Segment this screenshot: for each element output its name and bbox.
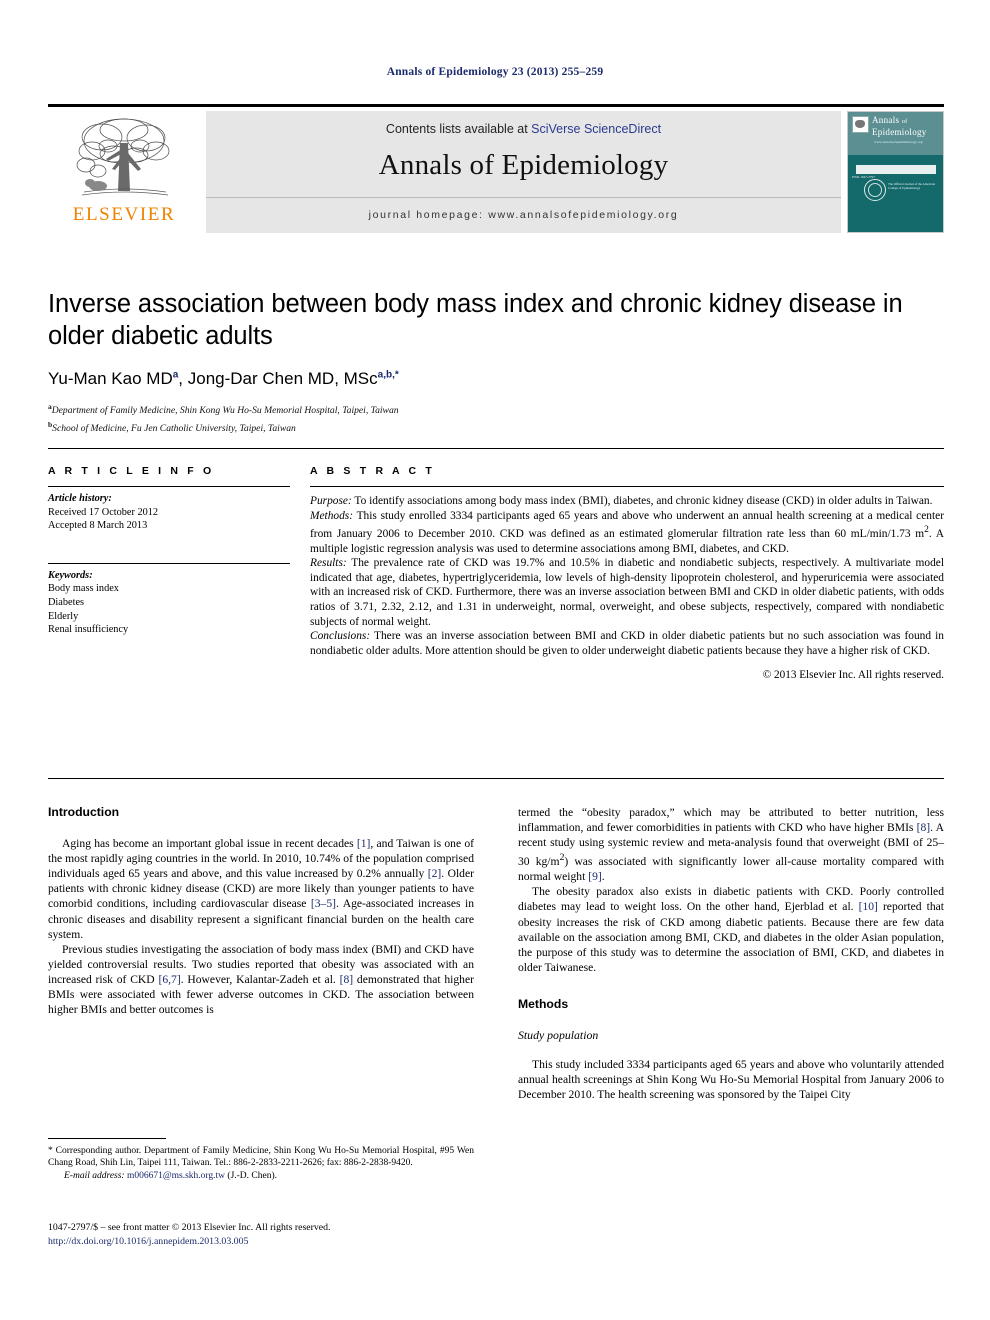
keywords-label: Keywords:: [48, 569, 93, 581]
abstract-copyright: © 2013 Elsevier Inc. All rights reserved…: [762, 669, 944, 682]
affiliation-a: aDepartment of Family Medicine, Shin Kon…: [48, 400, 944, 418]
right-paragraph-1: termed the “obesity paradox,” which may …: [518, 805, 944, 884]
introduction-heading: Introduction: [48, 805, 120, 819]
cover-elsevier-icon: [852, 116, 869, 133]
cover-title: Annals of Epidemiology: [872, 115, 927, 137]
abstract-conclusions: Conclusions: There was an inverse associ…: [310, 629, 944, 658]
right-p1-part-a: termed the “obesity paradox,” which may …: [518, 806, 944, 835]
journal-masthead: ELSEVIER Contents lists available at Sci…: [48, 104, 944, 233]
journal-title: Annals of Epidemiology: [378, 149, 669, 181]
abstract-conclusions-text: There was an inverse association between…: [310, 630, 944, 657]
cover-title-line3: Epidemiology: [872, 127, 927, 137]
citation-ref[interactable]: [2]: [428, 867, 442, 880]
abstract-purpose-text: To identify associations among body mass…: [351, 495, 933, 507]
page-title: Inverse association between body mass in…: [48, 290, 903, 350]
abstract-purpose: Purpose: To identify associations among …: [310, 494, 944, 509]
journal-cover-thumbnail[interactable]: Annals of Epidemiology www.annalsofepide…: [847, 111, 944, 233]
right-p1-part-c: .: [601, 870, 605, 884]
citation-ref[interactable]: [9]: [588, 870, 602, 883]
elsevier-logo: ELSEVIER: [48, 111, 200, 233]
cover-url: www.annalsofepidemiology.org: [874, 140, 923, 144]
abstract-column: A B S T R A C T Purpose: To identify ass…: [310, 449, 944, 683]
title-block: Inverse association between body mass in…: [48, 288, 944, 435]
abstract-results-label: Results:: [310, 557, 347, 570]
abstract-purpose-label: Purpose:: [310, 495, 352, 507]
abstract-conclusions-label: Conclusions:: [310, 630, 371, 643]
methods-heading: Methods: [518, 996, 569, 1011]
citation-ref[interactable]: [8]: [917, 821, 931, 834]
author-1-marks: a: [172, 369, 179, 381]
cover-top-band: Annals of Epidemiology www.annalsofepide…: [848, 112, 943, 155]
author-list: Yu-Man Kao MDa, Jong-Dar Chen MD, MSca,b…: [48, 369, 399, 388]
author-1-name: Yu-Man Kao MD: [48, 369, 173, 388]
body-top-divider: [48, 778, 944, 779]
article-history-accepted: Accepted 8 March 2013: [48, 520, 148, 532]
band-divider: [206, 197, 841, 198]
elsevier-tree-icon: [76, 118, 170, 196]
intro-p2-part-b: . However, Kalantar-Zadeh et al.: [180, 972, 340, 986]
footnote-divider: [48, 1138, 166, 1139]
article-history-received: Received 17 October 2012: [48, 506, 159, 518]
contents-prefix: Contents lists available at: [385, 122, 532, 136]
doi-link[interactable]: http://dx.doi.org/10.1016/j.annepidem.20…: [48, 1235, 474, 1249]
article-history-label: Article history:: [48, 493, 112, 504]
citation-ref[interactable]: [8]: [340, 973, 354, 986]
cover-seal-icon: [864, 179, 886, 201]
methods-paragraph-1: This study included 3334 participants ag…: [518, 1058, 944, 1102]
journal-band: Contents lists available at SciVerse Sci…: [206, 111, 841, 233]
footnote-block: * Corresponding author. Department of Fa…: [48, 1138, 474, 1182]
keywords-block: Keywords: Body mass index Diabetes Elder…: [48, 564, 290, 637]
author-2-marks: a,b,*: [377, 369, 399, 381]
abstract-results: Results: The prevalence rate of CKD was …: [310, 556, 944, 629]
right-paragraph-2: The obesity paradox also exists in diabe…: [518, 884, 944, 975]
imprint-front-matter: 1047-2797/$ – see front matter © 2013 El…: [48, 1222, 331, 1233]
article-history-block: Article history: Received 17 October 201…: [48, 487, 290, 533]
abstract-methods: Methods: This study enrolled 3334 partic…: [310, 509, 944, 557]
abstract-methods-text: This study enrolled 3334 participants ag…: [310, 509, 944, 555]
citation-ref[interactable]: [3–5]: [311, 897, 336, 910]
cover-seal-text: The Official Journal of the American Col…: [888, 182, 936, 191]
abstract-results-text: The prevalence rate of CKD was 19.7% and…: [310, 557, 944, 628]
affiliation-list: aDepartment of Family Medicine, Shin Kon…: [48, 400, 944, 435]
affiliation-b-text: School of Medicine, Fu Jen Catholic Univ…: [52, 422, 296, 434]
cover-title-line2: of: [901, 119, 908, 125]
author-2-name: Jong-Dar Chen MD, MSc: [187, 369, 378, 388]
journal-homepage-line[interactable]: journal homepage: www.annalsofepidemiolo…: [369, 209, 679, 221]
sciencedirect-link[interactable]: SciVerse ScienceDirect: [531, 122, 661, 136]
keyword-item: Diabetes: [48, 596, 85, 608]
email-link[interactable]: m006671@ms.skh.org.tw: [127, 1171, 225, 1181]
article-info-column: A R T I C L E I N F O Article history: R…: [48, 449, 310, 683]
cover-bottom-band: [848, 213, 943, 232]
introduction-paragraph-1: Aging has become an important global iss…: [48, 836, 474, 942]
abstract-methods-label: Methods:: [310, 509, 354, 522]
intro-p1-part-a: Aging has become an important global iss…: [62, 837, 357, 851]
study-population-subheading: Study population: [518, 1027, 599, 1042]
introduction-paragraph-2: Previous studies investigating the assoc…: [48, 942, 474, 1017]
abstract-body: Purpose: To identify associations among …: [310, 487, 944, 683]
right-column: termed the “obesity paradox,” which may …: [518, 805, 944, 1225]
abstract-heading: A B S T R A C T: [310, 465, 435, 477]
email-label: E-mail address:: [64, 1170, 125, 1181]
contents-available-line: Contents lists available at SciVerse Sci…: [386, 122, 661, 136]
imprint-block: 1047-2797/$ – see front matter © 2013 El…: [48, 1221, 474, 1248]
citation-ref[interactable]: [6,7]: [158, 973, 180, 986]
info-abstract-section: A R T I C L E I N F O Article history: R…: [48, 448, 944, 683]
affiliation-a-text: Department of Family Medicine, Shin Kong…: [51, 405, 399, 417]
article-page: Annals of Epidemiology 23 (2013) 255–259: [0, 0, 990, 1320]
cover-mid-band: ISSN 1047-2797 The Official Journal of t…: [848, 155, 943, 213]
keyword-item: Elderly: [48, 610, 79, 622]
citation-ref[interactable]: [1]: [357, 837, 371, 850]
email-line: E-mail address: m006671@ms.skh.org.tw (J…: [48, 1170, 474, 1182]
elsevier-wordmark: ELSEVIER: [72, 204, 176, 225]
email-owner: (J.-D. Chen).: [227, 1170, 278, 1181]
keyword-item: Body mass index: [48, 583, 119, 595]
running-head: Annals of Epidemiology 23 (2013) 255–259: [386, 66, 604, 78]
corresponding-author-note: * Corresponding author. Department of Fa…: [48, 1146, 474, 1169]
cover-title-line1: Annals: [872, 115, 900, 125]
keyword-item: Renal insufficiency: [48, 624, 129, 636]
affiliation-b: bSchool of Medicine, Fu Jen Catholic Uni…: [48, 418, 944, 436]
cover-white-bar: [856, 165, 936, 174]
article-info-heading: A R T I C L E I N F O: [48, 465, 215, 477]
citation-ref[interactable]: [10]: [859, 900, 878, 913]
